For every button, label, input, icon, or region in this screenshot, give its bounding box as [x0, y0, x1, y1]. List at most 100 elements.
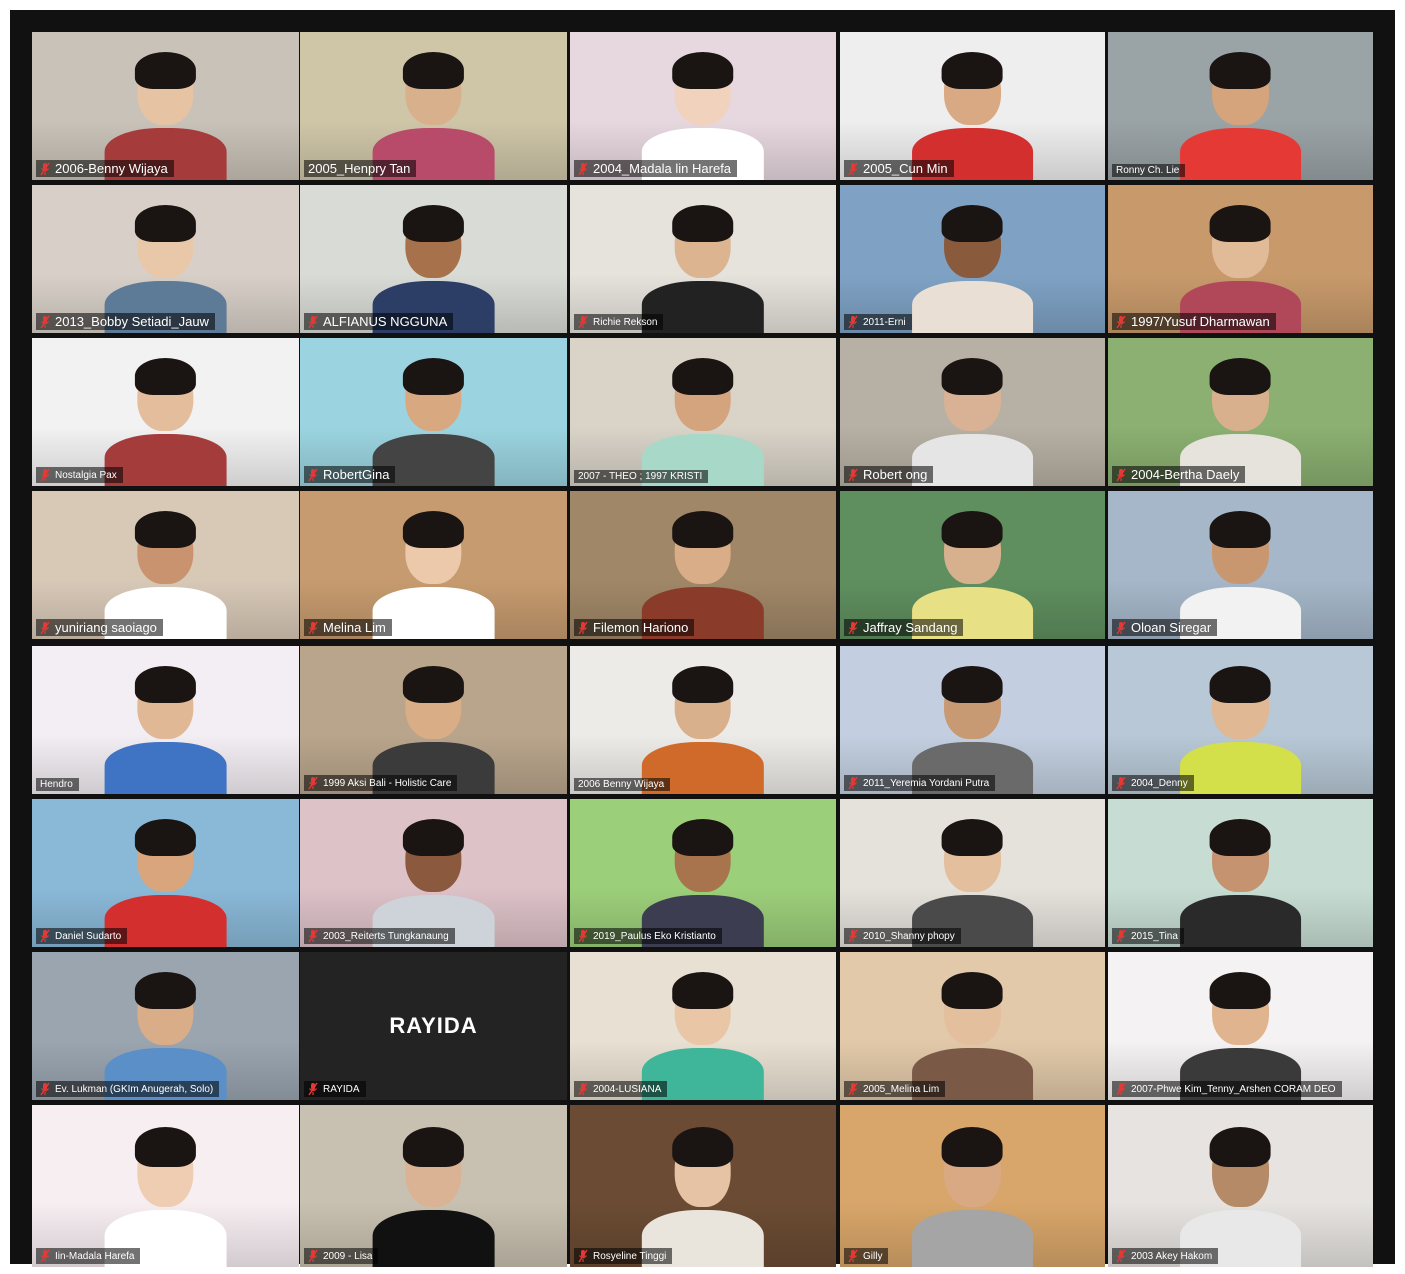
participant-video [104, 664, 227, 794]
participant-tile[interactable]: 2019_Paulus Eko Kristianto [570, 799, 836, 947]
participant-tile[interactable]: 2005_Henpry Tan [300, 32, 567, 180]
participant-hair [672, 972, 734, 1009]
participant-tile[interactable]: 2006-Benny Wijaya [32, 32, 299, 180]
participant-video [1179, 817, 1302, 947]
muted-mic-icon [40, 929, 50, 943]
participant-name: Robert ong [863, 467, 928, 482]
participant-tile[interactable]: 1997/Yusuf Dharmawan [1108, 185, 1373, 333]
muted-mic-icon [578, 1082, 588, 1096]
participant-name-label: Richie Rekson [574, 314, 664, 330]
participant-tile[interactable]: 2006 Benny Wijaya [570, 646, 836, 794]
participant-hair [672, 666, 734, 703]
participant-tile[interactable]: Iin-Madala Harefa [32, 1105, 299, 1267]
participant-tile[interactable]: 2007 - THEO ; 1997 KRISTI [570, 338, 836, 486]
participant-tile[interactable]: 2009 - Lisa [300, 1105, 567, 1267]
participant-name: 2009 - Lisa [323, 1250, 373, 1262]
participant-tile[interactable]: 2011_Yeremia Yordani Putra [840, 646, 1105, 794]
participant-tile[interactable]: 2011-Erni [840, 185, 1105, 333]
participant-name-label: 2006-Benny Wijaya [36, 160, 174, 177]
muted-mic-icon [40, 621, 50, 635]
participant-hair [942, 972, 1003, 1009]
muted-mic-icon [578, 621, 588, 635]
participant-tile[interactable]: 2007-Phwe Kim_Tenny_Arshen CORAM DEO [1108, 952, 1373, 1100]
participant-tile[interactable]: Richie Rekson [570, 185, 836, 333]
participant-video [104, 1124, 227, 1267]
participant-tile[interactable]: Gilly [840, 1105, 1105, 1267]
participant-name: Ronny Ch. Lie [1116, 165, 1180, 176]
participant-name-label: Melina Lim [304, 619, 392, 636]
participant-hair [1210, 972, 1271, 1009]
muted-mic-icon [848, 468, 858, 482]
participant-name-label: 2004_Madala lin Harefa [574, 160, 738, 177]
muted-mic-icon [848, 1082, 858, 1096]
participant-tile[interactable]: Melina Lim [300, 491, 567, 639]
participant-name: 2007-Phwe Kim_Tenny_Arshen CORAM DEO [1131, 1083, 1336, 1095]
participant-name: 1999 Aksi Bali - Holistic Care [323, 777, 452, 789]
participant-name-label: Iin-Madala Harefa [36, 1248, 141, 1264]
participant-tile[interactable]: Jaffray Sandang [840, 491, 1105, 639]
participant-tile[interactable]: 2004-Bertha Daely [1108, 338, 1373, 486]
muted-mic-icon [1116, 468, 1126, 482]
participant-tile[interactable]: 2013_Bobby Setiadi_Jauw [32, 185, 299, 333]
participant-tile[interactable]: Oloan Siregar [1108, 491, 1373, 639]
participant-name: 2004_Madala lin Harefa [593, 161, 732, 176]
participant-hair [402, 511, 465, 548]
participant-name: yuniriang saoiago [55, 620, 157, 635]
participant-tile[interactable]: 2010_Shanny phopy [840, 799, 1105, 947]
participant-tile[interactable]: 2004_Madala lin Harefa [570, 32, 836, 180]
participant-hair [942, 511, 1003, 548]
participant-name-label: 2010_Shanny phopy [844, 928, 961, 944]
participant-display-name: RAYIDA [389, 1013, 478, 1038]
participant-hair [1210, 205, 1271, 242]
muted-mic-icon [1116, 621, 1126, 635]
participant-body [1179, 127, 1302, 180]
participant-name: Nostalgia Pax [55, 469, 117, 481]
participant-name-label: 2019_Paulus Eko Kristianto [574, 928, 722, 944]
participant-tile[interactable]: RAYIDA RAYIDA [300, 952, 567, 1100]
participant-name: 2011_Yeremia Yordani Putra [863, 777, 990, 789]
participant-tile[interactable]: RobertGina [300, 338, 567, 486]
participant-tile[interactable]: 2015_Tina [1108, 799, 1373, 947]
participant-tile[interactable]: 2003 Akey Hakom [1108, 1105, 1373, 1267]
participant-video [372, 1124, 495, 1267]
participant-name: Hendro [40, 779, 73, 790]
participant-name-label: 2005_Henpry Tan [304, 160, 417, 177]
participant-name-label: 1999 Aksi Bali - Holistic Care [304, 775, 458, 791]
participant-tile[interactable]: 1999 Aksi Bali - Holistic Care [300, 646, 567, 794]
participant-tile[interactable]: Hendro [32, 646, 299, 794]
participant-tile[interactable]: Filemon Hariono [570, 491, 836, 639]
participant-hair [672, 1127, 734, 1168]
participant-video [1179, 664, 1302, 794]
muted-mic-icon [848, 621, 858, 635]
participant-tile[interactable]: Nostalgia Pax [32, 338, 299, 486]
participant-tile[interactable]: Rosyeline Tinggi [570, 1105, 836, 1267]
participant-name-label: 1997/Yusuf Dharmawan [1112, 313, 1276, 330]
participant-name-label: 2011-Erni [844, 314, 912, 330]
muted-mic-icon [308, 776, 318, 790]
participant-name: Jaffray Sandang [863, 620, 958, 635]
muted-mic-icon [308, 1082, 318, 1096]
participant-name-label: 2005_Melina Lim [844, 1081, 946, 1097]
participant-tile[interactable]: Ronny Ch. Lie [1108, 32, 1373, 180]
participant-name-label: 2003 Akey Hakom [1112, 1248, 1219, 1264]
participant-tile[interactable]: ALFIANUS NGGUNA [300, 185, 567, 333]
participant-tile[interactable]: Ev. Lukman (GKIm Anugerah, Solo) [32, 952, 299, 1100]
participant-hair [134, 819, 197, 856]
participant-tile[interactable]: Robert ong [840, 338, 1105, 486]
participant-name: Oloan Siregar [1131, 620, 1212, 635]
participant-name: 2010_Shanny phopy [863, 930, 955, 942]
participant-video [1179, 50, 1302, 180]
muted-mic-icon [308, 468, 318, 482]
participant-name-label: 2005_Cun Min [844, 160, 954, 177]
participant-tile[interactable]: Daniel Sudarto [32, 799, 299, 947]
muted-mic-icon [1116, 1082, 1126, 1096]
participant-tile[interactable]: yuniriang saoiago [32, 491, 299, 639]
participant-tile[interactable]: 2005_Cun Min [840, 32, 1105, 180]
participant-tile[interactable]: 2004_Denny [1108, 646, 1373, 794]
muted-mic-icon [578, 1249, 588, 1263]
participant-tile[interactable]: 2004-LUSIANA [570, 952, 836, 1100]
participant-hair [402, 205, 465, 242]
participant-name-label: 2004_Denny [1112, 775, 1194, 791]
participant-tile[interactable]: 2003_Reiterts Tungkanaung [300, 799, 567, 947]
participant-tile[interactable]: 2005_Melina Lim [840, 952, 1105, 1100]
